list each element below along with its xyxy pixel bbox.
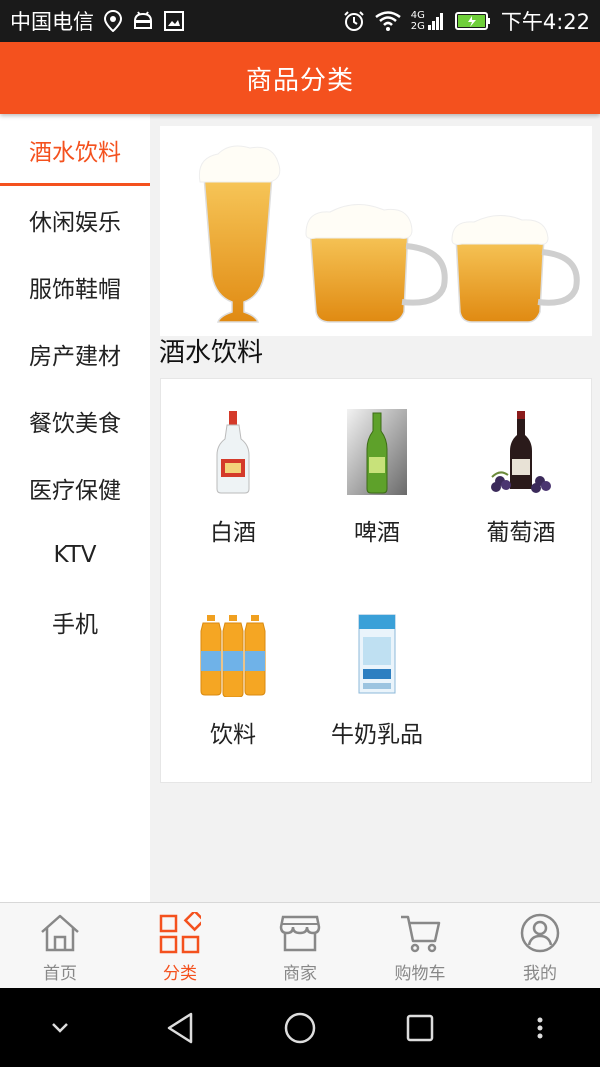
subcategory-label: 饮料 — [210, 722, 256, 748]
network-4g-label: 4G — [410, 10, 425, 21]
sidebar-item-realestate[interactable]: 房产建材 — [0, 320, 150, 387]
home-circle-icon[interactable] — [270, 998, 330, 1058]
more-options-icon[interactable] — [510, 998, 570, 1058]
image-icon — [164, 11, 184, 31]
store-icon — [278, 911, 322, 955]
recents-square-icon[interactable] — [390, 998, 450, 1058]
tab-label: 我的 — [523, 964, 557, 984]
tab-label: 购物车 — [394, 964, 446, 984]
tab-merchant[interactable]: 商家 — [240, 903, 360, 988]
subcategory-drinks[interactable]: 饮料 — [161, 581, 305, 771]
category-content: 酒水饮料 白酒 啤酒 葡萄酒 饮料 牛奶乳品 — [150, 114, 600, 902]
app-header: 商品分类 — [0, 42, 600, 114]
beer-bottle-image — [334, 409, 420, 495]
baijiu-bottle-image — [190, 409, 276, 495]
signal-icon: 4G 2G — [411, 10, 445, 32]
sidebar-item-ktv[interactable]: KTV — [0, 521, 150, 588]
wifi-icon — [374, 11, 401, 31]
milk-carton-image — [334, 611, 420, 697]
sidebar-item-phone[interactable]: 手机 — [0, 588, 150, 655]
back-icon[interactable] — [150, 998, 210, 1058]
subcategory-baijiu[interactable]: 白酒 — [161, 379, 305, 569]
hide-nav-chevron-icon[interactable] — [30, 998, 90, 1058]
subcategory-label: 白酒 — [210, 520, 256, 546]
battery-icon — [454, 12, 491, 30]
sidebar-item-label: 餐饮美食 — [29, 410, 121, 437]
subcategory-label: 啤酒 — [354, 520, 400, 546]
profile-icon — [518, 911, 562, 955]
tab-cart[interactable]: 购物车 — [360, 903, 480, 988]
sidebar-item-label: KTV — [53, 541, 97, 568]
sidebar-item-apparel[interactable]: 服饰鞋帽 — [0, 253, 150, 320]
android-icon — [132, 11, 154, 31]
sidebar-item-drinks[interactable]: 酒水饮料 — [0, 114, 150, 186]
sidebar-item-health[interactable]: 医疗保健 — [0, 454, 150, 521]
sidebar-item-label: 酒水饮料 — [29, 140, 121, 166]
clock-label: 下午4:22 — [500, 10, 590, 34]
sidebar-item-label: 房产建材 — [29, 343, 121, 370]
subcategory-beer[interactable]: 啤酒 — [305, 379, 449, 569]
page-title: 商品分类 — [245, 65, 354, 96]
sidebar-item-leisure[interactable]: 休闲娱乐 — [0, 186, 150, 253]
network-2g-label: 2G — [410, 21, 425, 32]
status-bar: 中国电信 4G 2G 下午4:22 — [0, 0, 600, 42]
sidebar-item-label: 休闲娱乐 — [29, 209, 121, 236]
tab-home[interactable]: 首页 — [0, 903, 120, 988]
alarm-icon — [343, 10, 365, 32]
location-icon — [104, 10, 122, 32]
beer-banner-image[interactable] — [160, 126, 592, 336]
subcategory-grid: 白酒 啤酒 葡萄酒 饮料 牛奶乳品 — [160, 378, 592, 783]
drink-bottles-image — [190, 611, 276, 697]
sidebar-item-food[interactable]: 餐饮美食 — [0, 387, 150, 454]
carrier-label: 中国电信 — [10, 10, 94, 34]
sidebar-item-label: 服饰鞋帽 — [29, 276, 121, 303]
tab-label: 商家 — [283, 964, 317, 984]
home-icon — [38, 911, 82, 955]
subcategory-wine[interactable]: 葡萄酒 — [449, 379, 593, 569]
sidebar-item-label: 医疗保健 — [29, 477, 121, 504]
bottom-tab-bar: 首页 分类 商家 购物车 我的 — [0, 902, 600, 988]
category-icon — [158, 911, 202, 955]
wine-bottle-image — [478, 409, 564, 495]
system-navigation-bar — [0, 988, 600, 1067]
sidebar-item-label: 手机 — [52, 611, 98, 638]
subcategory-milk[interactable]: 牛奶乳品 — [305, 581, 449, 771]
tab-label: 首页 — [43, 964, 77, 984]
tab-profile[interactable]: 我的 — [480, 903, 600, 988]
tab-label: 分类 — [163, 964, 197, 984]
cart-icon — [398, 911, 442, 955]
section-title: 酒水饮料 — [159, 338, 264, 368]
subcategory-label: 牛奶乳品 — [331, 722, 423, 748]
category-sidebar: 酒水饮料 休闲娱乐 服饰鞋帽 房产建材 餐饮美食 医疗保健 KTV 手机 — [0, 114, 150, 902]
subcategory-label: 葡萄酒 — [486, 520, 556, 546]
tab-category[interactable]: 分类 — [120, 903, 240, 988]
